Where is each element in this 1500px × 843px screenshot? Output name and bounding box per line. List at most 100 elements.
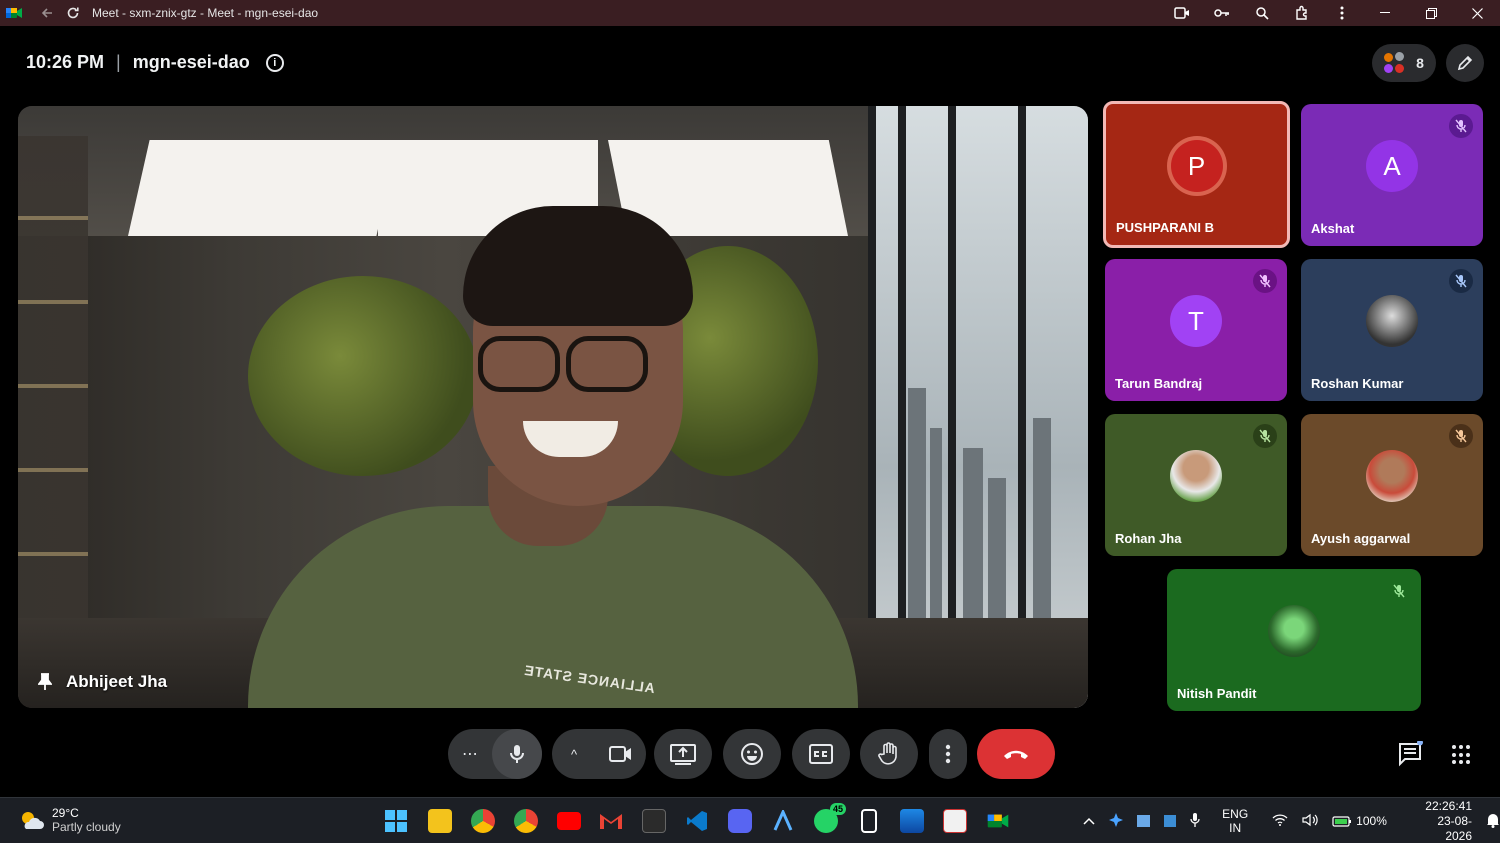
participants-button[interactable]: 8 (1372, 44, 1436, 82)
notepad-icon[interactable] (861, 809, 877, 833)
participant-name: Tarun Bandraj (1115, 376, 1203, 391)
activities-grid-icon[interactable] (1452, 745, 1472, 765)
whatsapp-icon[interactable]: 45 (814, 803, 846, 833)
participant-tile[interactable]: P PUSHPARANI B (1103, 101, 1290, 248)
muted-mic-icon (1449, 114, 1473, 138)
ceiling-light (128, 140, 398, 236)
back-arrow-icon[interactable] (34, 0, 60, 26)
mic-control-group: ⋯ (448, 729, 542, 779)
clock[interactable]: 22:26:41 23-08-2026 (1417, 799, 1472, 843)
muted-mic-icon (1449, 269, 1473, 293)
region-code: IN (1229, 821, 1242, 835)
raise-hand-button[interactable] (860, 729, 918, 779)
participant-tile[interactable]: Nitish Pandit (1167, 569, 1421, 711)
meeting-info-icon[interactable]: i (265, 53, 284, 72)
notification-bell-icon[interactable] (1486, 812, 1500, 831)
captions-icon (809, 744, 833, 764)
browser-title-bar: Meet - sxm-znix-gtz - Meet - mgn-esei-da… (0, 0, 1500, 26)
epic-games-icon[interactable] (642, 809, 666, 833)
gmail-icon[interactable] (599, 809, 623, 833)
weather-widget[interactable]: 29°C Partly cloudy (18, 806, 121, 834)
discord-icon[interactable] (728, 809, 752, 833)
muted-mic-icon (1387, 579, 1411, 603)
language-code: ENG (1222, 807, 1249, 821)
windows-taskbar: 29°C Partly cloudy 45 ENG IN 100% 22:26:… (0, 797, 1500, 843)
tray-shield-icon[interactable] (1163, 815, 1177, 827)
tray-chevron-icon[interactable] (1083, 814, 1095, 828)
tray-app-icon[interactable] (1137, 815, 1150, 827)
participant-count: 8 (1416, 55, 1424, 71)
microphone-button[interactable] (492, 729, 542, 779)
copilot-icon[interactable] (1109, 812, 1123, 830)
photos-icon[interactable] (900, 809, 924, 833)
present-screen-button[interactable] (654, 729, 712, 779)
chrome-profile-icon[interactable] (514, 809, 538, 833)
camera-button[interactable] (596, 729, 646, 779)
emoji-icon (741, 743, 763, 765)
vscode-icon[interactable] (685, 809, 709, 833)
browser-menu-icon[interactable] (1322, 0, 1362, 26)
battery-percent: 100% (1356, 814, 1387, 828)
wifi-icon[interactable] (1272, 813, 1288, 829)
participant-name: Ayush aggarwal (1311, 531, 1411, 546)
close-icon[interactable] (1454, 0, 1500, 26)
audio-options-button[interactable]: ⋯ (448, 744, 492, 764)
file-explorer-icon[interactable] (428, 809, 452, 833)
restore-icon[interactable] (1408, 0, 1454, 26)
leave-call-button[interactable] (977, 729, 1055, 779)
snipping-tool-icon[interactable] (943, 809, 967, 833)
hang-up-icon (1004, 750, 1028, 759)
chat-icon (1399, 739, 1423, 767)
chrome-icon[interactable] (471, 809, 495, 833)
reload-icon[interactable] (60, 0, 86, 26)
edit-host-controls-button[interactable] (1446, 44, 1484, 82)
battery-indicator[interactable]: 100% (1332, 814, 1387, 828)
meet-taskbar-icon[interactable] (986, 809, 1010, 833)
participant-name: PUSHPARANI B (1116, 220, 1214, 235)
participant-name: Akshat (1311, 221, 1355, 236)
extensions-icon[interactable] (1282, 0, 1322, 26)
video-options-button[interactable]: ^ (552, 747, 596, 762)
video-camera-icon (609, 746, 631, 762)
meeting-header: 10:26 PM | mgn-esei-dao i (26, 52, 284, 73)
more-options-button[interactable] (929, 729, 967, 779)
raise-hand-icon (878, 742, 897, 765)
windows-start-icon[interactable] (384, 809, 408, 833)
muted-mic-icon (1253, 424, 1277, 448)
key-icon[interactable] (1202, 0, 1242, 26)
participant-tile[interactable]: Ayush aggarwal (1301, 414, 1483, 556)
youtube-icon[interactable] (557, 812, 581, 830)
avatar-photo (1170, 450, 1222, 503)
weather-temp: 29°C (52, 806, 79, 820)
chat-button[interactable] (1398, 739, 1424, 767)
arc-app-icon[interactable] (771, 809, 795, 833)
avatar: A (1366, 140, 1418, 193)
pencil-icon (1457, 55, 1473, 71)
meet-app-icon (6, 6, 22, 20)
present-screen-icon (670, 744, 696, 765)
glasses-right (566, 336, 648, 392)
main-video-feed[interactable]: ALLIANCE STATE Abhijeet Jha (18, 106, 1088, 708)
volume-icon[interactable] (1302, 813, 1318, 830)
minimize-icon[interactable] (1362, 0, 1408, 26)
participant-tile[interactable]: T Tarun Bandraj (1105, 259, 1287, 401)
reactions-button[interactable] (723, 729, 781, 779)
participant-tile[interactable]: Rohan Jha (1105, 414, 1287, 556)
tray-mic-icon[interactable] (1190, 812, 1200, 831)
captions-button[interactable] (792, 729, 850, 779)
separator: | (116, 52, 121, 72)
avatar-photo (1268, 605, 1320, 658)
language-indicator[interactable]: ENG IN (1222, 807, 1248, 835)
main-participant-label: Abhijeet Jha (38, 672, 167, 692)
meeting-code: mgn-esei-dao (132, 52, 250, 72)
participant-name: Rohan Jha (1115, 531, 1182, 546)
muted-mic-icon (1253, 269, 1277, 293)
weather-desc: Partly cloudy (52, 820, 121, 834)
zoom-icon[interactable] (1242, 0, 1282, 26)
participant-tile[interactable]: Roshan Kumar (1301, 259, 1483, 401)
participant-tile[interactable]: A Akshat (1301, 104, 1483, 246)
plant (248, 276, 478, 476)
camera-status-icon[interactable] (1162, 0, 1202, 26)
microphone-icon (510, 745, 524, 763)
system-tray: ENG IN 100% 22:26:41 23-08-2026 (1083, 798, 1500, 843)
